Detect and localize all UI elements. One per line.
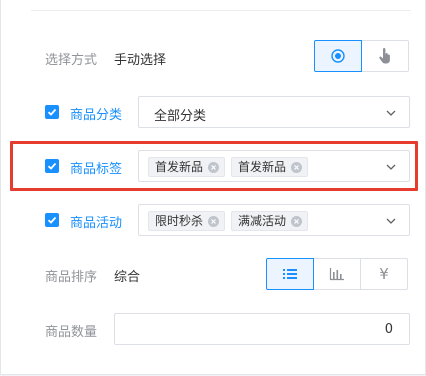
chevron-down-icon (386, 218, 396, 224)
close-icon[interactable] (208, 216, 219, 227)
tag-chip: 满减活动 (231, 211, 308, 231)
radio-target-icon (331, 49, 345, 63)
selection-mode-row: 选择方式 手动选择 (1, 40, 426, 74)
sort-toggle: ¥ (266, 258, 408, 290)
category-checkbox[interactable] (45, 105, 59, 119)
quantity-value: 0 (384, 322, 393, 337)
tag-chip-label: 满减活动 (238, 214, 287, 228)
yen-icon: ¥ (379, 265, 389, 283)
activity-label: 商品活动 (70, 216, 123, 231)
sort-price-button[interactable]: ¥ (360, 258, 408, 290)
bar-chart-icon (329, 268, 344, 281)
category-row: 商品分类 全部分类 (1, 96, 426, 128)
highlight-box (10, 141, 418, 191)
sort-sales-button[interactable] (313, 258, 361, 290)
quantity-row: 商品数量 0 (1, 313, 426, 345)
category-selected-value: 全部分类 (154, 109, 207, 124)
sort-value: 综合 (114, 270, 141, 285)
sort-list-button[interactable] (266, 258, 314, 290)
tag-chip: 限时秒杀 (148, 211, 225, 231)
close-icon[interactable] (291, 216, 302, 227)
activity-row: 商品活动 限时秒杀 满减活动 (1, 204, 426, 236)
check-icon (47, 108, 57, 116)
check-icon (47, 216, 57, 224)
sort-label: 商品排序 (45, 270, 98, 285)
manual-select-button[interactable] (314, 40, 362, 72)
quantity-input[interactable]: 0 (114, 313, 410, 345)
activity-select[interactable]: 限时秒杀 满减活动 (138, 204, 410, 236)
list-icon (283, 269, 297, 279)
divider (31, 10, 411, 11)
selection-mode-toggle (314, 40, 409, 72)
selection-mode-value: 手动选择 (114, 53, 167, 68)
category-label: 商品分类 (70, 108, 123, 123)
quantity-label: 商品数量 (45, 325, 98, 340)
hand-pointer-icon (379, 48, 390, 64)
sort-row: 商品排序 综合 ¥ (1, 258, 426, 290)
activity-checkbox[interactable] (45, 213, 59, 227)
chevron-down-icon (386, 110, 396, 116)
selection-mode-label: 选择方式 (45, 53, 98, 68)
category-select[interactable]: 全部分类 (138, 96, 410, 128)
click-select-button[interactable] (361, 40, 409, 72)
goods-settings-panel: 选择方式 手动选择 商品分类 全部分类 商品标签 首发新品 首发新品 商品活动 … (0, 0, 426, 375)
tag-chip-label: 限时秒杀 (155, 214, 204, 228)
